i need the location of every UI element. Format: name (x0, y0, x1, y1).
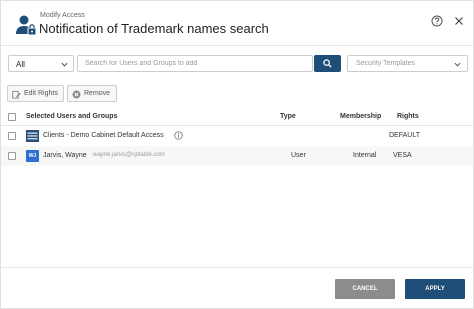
info-icon[interactable] (174, 131, 183, 140)
user-lock-icon (16, 15, 37, 36)
row-rights: VESA (393, 152, 412, 159)
column-header-type: Type (280, 113, 296, 120)
close-icon[interactable] (453, 15, 465, 27)
table-row[interactable]: Clients - Demo Cabinet Default Access DE… (1, 126, 473, 146)
chevron-down-icon (61, 62, 68, 67)
dialog-title: Notification of Trademark names search (39, 21, 269, 36)
column-header-rights: Rights (397, 113, 419, 120)
remove-button[interactable]: Remove (67, 85, 117, 102)
scope-select-value: All (16, 60, 25, 69)
table-row[interactable]: WJ Jarvis, Wayne wayne.jarvis@optable.co… (1, 146, 473, 166)
row-name: Jarvis, Wayne (43, 152, 87, 159)
footer-divider (1, 267, 473, 268)
group-icon (26, 130, 39, 142)
edit-rights-icon (12, 90, 21, 99)
edit-rights-button[interactable]: Edit Rights (7, 85, 64, 102)
avatar: WJ (26, 150, 39, 162)
dialog-header: Modify Access Notification of Trademark … (1, 1, 473, 43)
column-header-users-groups: Selected Users and Groups (26, 113, 118, 120)
user-group-search-input[interactable] (77, 55, 313, 72)
apply-button[interactable]: APPLY (405, 279, 465, 299)
security-templates-placeholder: Security Templates (356, 60, 416, 67)
security-templates-select[interactable]: Security Templates (347, 55, 468, 72)
row-email: wayne.jarvis@optable.com (93, 152, 165, 158)
row-type: User (291, 152, 306, 159)
row-checkbox[interactable] (8, 132, 16, 140)
dialog-subtitle: Modify Access (40, 12, 85, 19)
cancel-button[interactable]: CANCEL (335, 279, 395, 299)
select-all-checkbox[interactable] (8, 113, 16, 121)
row-rights: DEFAULT (389, 132, 420, 139)
search-icon (323, 59, 332, 68)
modify-access-dialog: Modify Access Notification of Trademark … (0, 0, 474, 309)
edit-rights-label: Edit Rights (24, 90, 58, 97)
row-membership: Internal (353, 152, 377, 159)
help-circle-icon[interactable] (431, 15, 443, 27)
remove-circle-icon (72, 90, 81, 99)
remove-label: Remove (84, 90, 111, 97)
table-header: Selected Users and Groups Type Membershi… (1, 109, 473, 126)
scope-select[interactable]: All (8, 55, 74, 72)
header-divider (1, 45, 473, 46)
chevron-down-icon (454, 62, 461, 67)
row-name: Clients - Demo Cabinet Default Access (43, 132, 164, 139)
column-header-membership: Membership (340, 113, 382, 120)
search-button[interactable] (314, 55, 341, 72)
row-checkbox[interactable] (8, 152, 16, 160)
